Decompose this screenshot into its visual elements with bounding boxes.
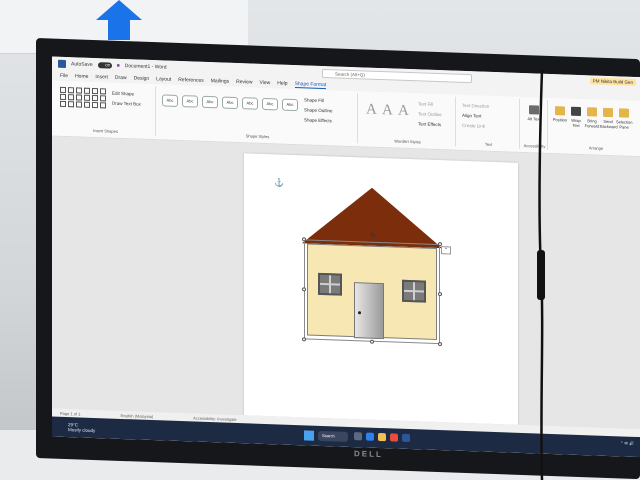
windows-start-icon[interactable]: [304, 430, 314, 441]
weather-desc: Mostly cloudy: [68, 427, 96, 434]
wordart-sample-2[interactable]: A: [382, 102, 393, 119]
wordart-styles-group: A A A Text Fill Text Outline Text Effect…: [360, 93, 456, 147]
arrange-label: Arrange: [588, 145, 604, 151]
wordart-sample-1[interactable]: A: [366, 102, 377, 119]
language-status[interactable]: English (Malaysia): [120, 412, 153, 418]
weather-widget[interactable]: 29°C Mostly cloudy: [68, 422, 95, 433]
tab-design[interactable]: Design: [134, 75, 150, 82]
shape-fill-button[interactable]: Shape Fill: [304, 97, 324, 103]
tab-view[interactable]: View: [260, 80, 271, 86]
edge-icon[interactable]: [366, 432, 374, 441]
text-outline-button[interactable]: Text Outline: [418, 111, 442, 117]
insert-shapes-label: Insert Shapes: [93, 127, 118, 134]
monitor: AutoSave Off ■ Document1 - Word Search (…: [36, 38, 640, 480]
resize-handle-bottom-left[interactable]: [302, 337, 306, 342]
send-backward-icon: [603, 107, 613, 118]
shape-effects-button[interactable]: Shape Effects: [304, 117, 332, 123]
resize-handle-left[interactable]: [302, 287, 306, 292]
wrap-text-button[interactable]: Wrap Text: [568, 106, 584, 129]
save-icon[interactable]: ■: [117, 63, 120, 69]
wordart-sample-3[interactable]: A: [398, 103, 409, 120]
resize-handle-bottom[interactable]: [370, 339, 374, 344]
tab-home[interactable]: Home: [75, 73, 88, 79]
page-count: Page 1 of 1: [60, 410, 81, 417]
position-icon: [555, 106, 565, 116]
text-effects-button[interactable]: Text Effects: [418, 121, 441, 127]
document-area[interactable]: ⚓ ↻ ⌃: [52, 136, 640, 458]
tab-mailings[interactable]: Mailings: [211, 78, 229, 85]
task-view-icon[interactable]: [354, 432, 362, 441]
align-text-button[interactable]: Align Text: [462, 113, 481, 119]
shape-style-6[interactable]: Abc: [262, 97, 278, 111]
wrap-text-icon: [571, 106, 581, 117]
taskbar-search[interactable]: Search: [318, 430, 348, 442]
tab-shape-format[interactable]: Shape Format: [294, 80, 327, 89]
tab-review[interactable]: Review: [236, 79, 252, 86]
insert-shapes-group: Edit Shape Draw Text Box Insert Shapes: [56, 82, 156, 137]
text-group-label: Text: [484, 141, 493, 147]
bring-forward-icon: [587, 107, 597, 117]
tab-insert[interactable]: Insert: [95, 74, 108, 80]
selection-pane-label: Selection Pane: [616, 119, 633, 130]
position-label: Position: [552, 117, 568, 123]
cable: [537, 70, 545, 480]
create-link-button[interactable]: Create Link: [462, 123, 485, 129]
text-group: Text Direction Align Text Create Link Te…: [458, 96, 520, 149]
tab-draw[interactable]: Draw: [115, 75, 127, 81]
up-arrow-icon: [96, 0, 142, 40]
document-title: Document1 - Word: [124, 63, 167, 71]
shapes-gallery[interactable]: [60, 86, 107, 109]
selection-frame: [304, 239, 440, 345]
bring-forward-button[interactable]: Bring Forward: [584, 107, 600, 129]
resize-handle-right[interactable]: [438, 292, 442, 297]
shape-style-1[interactable]: Abc: [162, 94, 178, 107]
shape-style-5[interactable]: Abc: [242, 97, 258, 110]
shape-style-3[interactable]: Abc: [202, 95, 218, 109]
anchor-icon: ⚓: [274, 178, 284, 188]
text-direction-button[interactable]: Text Direction: [462, 103, 489, 109]
document-page[interactable]: ⚓ ↻ ⌃: [244, 153, 518, 425]
word-taskbar-icon[interactable]: [402, 433, 410, 443]
monitor-brand-logo: DELL: [354, 449, 383, 460]
text-fill-button[interactable]: Text Fill: [418, 101, 433, 107]
resize-handle-top-left[interactable]: [302, 237, 306, 242]
edit-shape-button[interactable]: Edit Shape: [112, 91, 134, 97]
word-logo-icon: [58, 59, 66, 69]
shape-style-4[interactable]: Abc: [222, 96, 238, 110]
system-tray[interactable]: ⌃ ✉ 🔊: [620, 440, 634, 445]
chrome-icon[interactable]: [390, 433, 398, 442]
shape-outline-button[interactable]: Shape Outline: [304, 107, 333, 113]
draw-text-box-button[interactable]: Draw Text Box: [112, 101, 141, 107]
position-button[interactable]: Position: [552, 106, 568, 123]
selection-pane-icon: [619, 108, 629, 118]
tab-help[interactable]: Help: [277, 80, 287, 86]
arrange-group: Position Wrap Text Bring Forward Send Ba…: [550, 100, 640, 153]
bring-forward-label: Bring Forward: [584, 118, 600, 129]
tab-layout[interactable]: Layout: [156, 76, 171, 83]
autosave-toggle[interactable]: Off: [97, 62, 112, 69]
rotate-handle-icon[interactable]: ↻: [370, 232, 376, 240]
shape-style-2[interactable]: Abc: [182, 95, 198, 108]
send-backward-button[interactable]: Send Backward: [600, 107, 618, 130]
autosave-label: AutoSave: [71, 61, 93, 68]
resize-handle-bottom-right[interactable]: [438, 342, 442, 347]
tab-file[interactable]: File: [60, 73, 68, 79]
wrap-text-label: Wrap Text: [571, 117, 581, 128]
wordart-styles-label: WordArt Styles: [394, 138, 421, 145]
screen: AutoSave Off ■ Document1 - Word Search (…: [52, 56, 640, 458]
selection-pane-button[interactable]: Selection Pane: [616, 108, 632, 130]
file-explorer-icon[interactable]: [378, 432, 386, 442]
shape-style-7[interactable]: Abc: [282, 98, 298, 112]
tab-references[interactable]: References: [178, 77, 204, 84]
layout-options-icon[interactable]: ⌃: [441, 246, 451, 255]
accessibility-status[interactable]: Accessibility: Investigate: [193, 415, 236, 422]
send-backward-label: Send Backward: [600, 118, 618, 130]
user-account[interactable]: PM Nikita Build Gen: [589, 77, 636, 86]
shape-styles-group: Abc Abc Abc Abc Abc Abc Abc Shape Fill S…: [158, 86, 358, 144]
